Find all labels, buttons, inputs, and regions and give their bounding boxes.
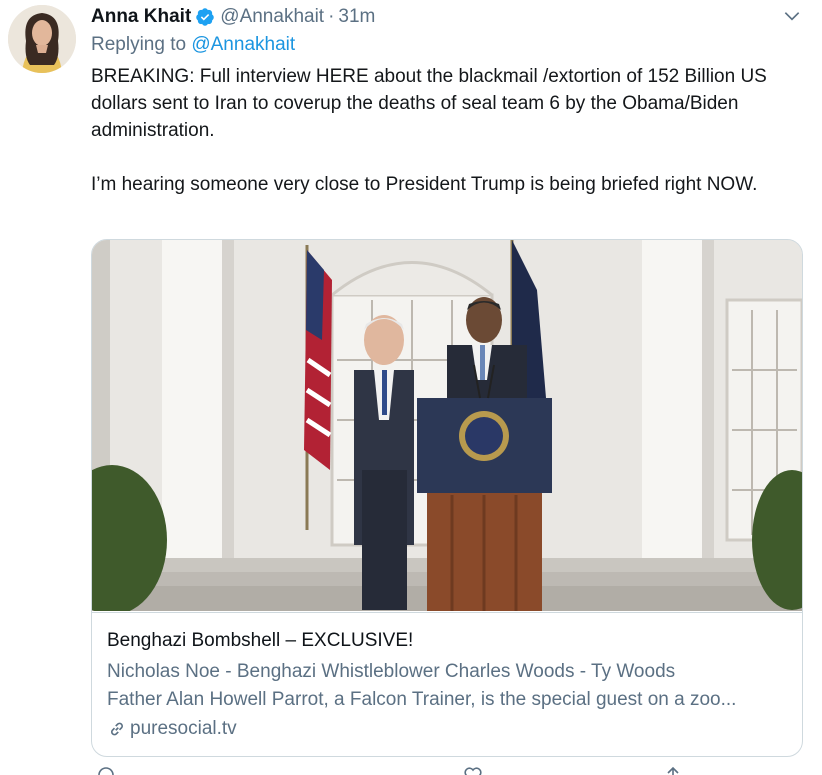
card-description-line: Father Alan Howell Parrot, a Falcon Trai… [107,689,737,710]
author-handle[interactable]: @Annakhait [220,6,324,28]
avatar[interactable] [8,5,76,73]
like-icon[interactable] [463,765,483,775]
replying-prefix: Replying to [91,34,187,55]
header-separator: · [328,6,335,27]
card-title: Benghazi Bombshell – EXCLUSIVE! [107,630,414,651]
card-image [92,240,802,611]
tweet-paragraph: I’m hearing someone very close to Presid… [91,174,758,195]
tweet-timestamp[interactable]: 31m [338,6,375,28]
card-domain-text: puresocial.tv [130,718,237,739]
card-description-line: Nicholas Noe - Benghazi Whistleblower Ch… [107,661,676,682]
link-card[interactable]: Benghazi Bombshell – EXCLUSIVE! Nicholas… [91,239,803,757]
reply-icon[interactable] [96,765,116,775]
card-metadata: Benghazi Bombshell – EXCLUSIVE! Nicholas… [92,612,802,756]
card-description: Nicholas Noe - Benghazi Whistleblower Ch… [107,658,792,714]
verified-badge-icon [196,8,215,26]
card-domain: puresocial.tv [107,718,237,740]
chevron-down-icon[interactable] [782,6,802,26]
avatar-image [8,5,76,73]
tweet[interactable]: Anna Khait @Annakhait · 31m Replying to … [0,0,822,775]
share-icon[interactable] [663,765,683,775]
link-icon [111,722,123,736]
replying-handle-link[interactable]: @Annakhait [191,34,295,55]
tweet-paragraph: BREAKING: Full interview HERE about the … [91,66,767,141]
tweet-actions [91,765,801,775]
replying-to: Replying to @Annakhait [91,34,295,56]
tweet-text: BREAKING: Full interview HERE about the … [91,63,801,198]
tweet-header: Anna Khait @Annakhait · 31m [91,5,375,29]
author-name[interactable]: Anna Khait [91,6,191,28]
